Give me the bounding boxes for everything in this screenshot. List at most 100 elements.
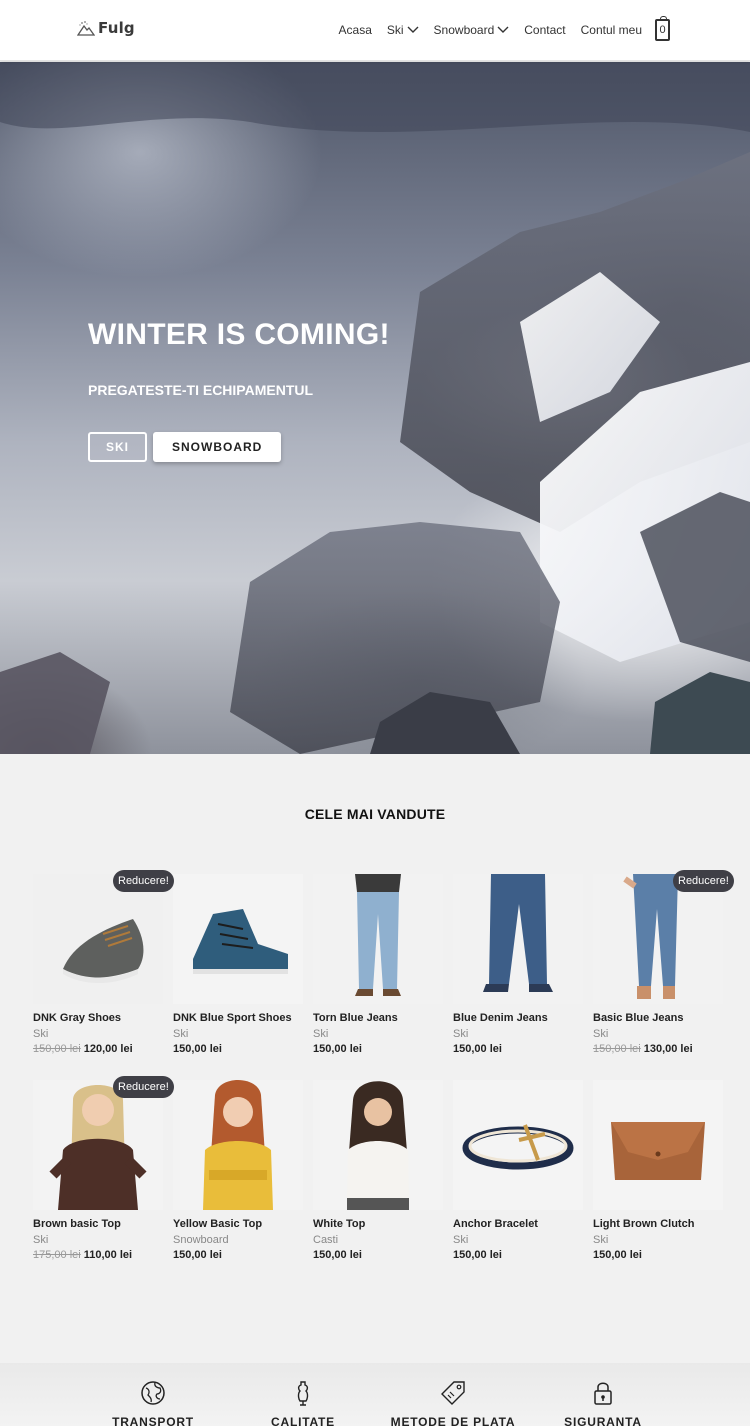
- feature-siguranta: SIGURANTA: [533, 1380, 673, 1426]
- ski-button[interactable]: SKI: [88, 432, 148, 462]
- current-price: 150,00 lei: [313, 1249, 362, 1261]
- product-name[interactable]: White Top: [313, 1218, 443, 1230]
- brand-logo[interactable]: Fulg: [77, 19, 135, 37]
- product-name[interactable]: Blue Denim Jeans: [453, 1012, 583, 1024]
- main-nav: Acasa Ski Snowboard Contact Contul meu: [339, 19, 642, 41]
- hero-buttons: SKI SNOWBOARD: [88, 432, 282, 462]
- product-image[interactable]: [173, 1080, 303, 1210]
- product-image[interactable]: [173, 874, 303, 1004]
- product-grid: Reducere! DNK Gray Shoes Ski 150,00 lei 1…: [33, 870, 734, 1286]
- old-price: 175,00 lei: [33, 1249, 81, 1261]
- old-price: 150,00 lei: [593, 1043, 641, 1055]
- hero-title: WINTER IS COMING!: [88, 318, 390, 351]
- nav-label: Contact: [524, 23, 566, 37]
- chevron-down-icon: [407, 23, 419, 37]
- current-price: 120,00 lei: [83, 1043, 133, 1055]
- current-price: 150,00 lei: [313, 1043, 362, 1055]
- snowboard-button[interactable]: SNOWBOARD: [153, 432, 282, 462]
- current-price: 130,00 lei: [643, 1043, 693, 1055]
- sale-badge: Reducere!: [113, 870, 174, 892]
- product-category: Ski: [593, 1234, 609, 1246]
- nav-item-ski[interactable]: Ski: [387, 23, 419, 37]
- features-bar: TRANSPORT CALITATE METODE DE PLATA SIGUR…: [0, 1363, 750, 1426]
- nav-item-contact[interactable]: Contact: [524, 23, 565, 37]
- product-price: 150,00 lei: [173, 1249, 303, 1261]
- site-header: Fulg Acasa Ski Snowboard Contact Contul …: [0, 0, 750, 61]
- product-name[interactable]: DNK Blue Sport Shoes: [173, 1012, 303, 1024]
- chevron-down-icon: [497, 23, 509, 37]
- product-category: Ski: [313, 1028, 329, 1040]
- product-price: 150,00 lei: [173, 1043, 303, 1055]
- padlock-icon: [533, 1380, 673, 1406]
- product-price: 150,00 lei: [453, 1043, 583, 1055]
- cart-icon[interactable]: 0: [655, 16, 670, 41]
- sale-badge: Reducere!: [113, 1076, 174, 1098]
- product-card[interactable]: Reducere! Brown basic Top Ski 175,00 lei…: [33, 1076, 174, 1286]
- product-price: 150,00 lei: [453, 1249, 583, 1261]
- product-image[interactable]: [33, 1080, 163, 1210]
- brand-name: Fulg: [98, 19, 135, 37]
- product-image[interactable]: [313, 1080, 443, 1210]
- product-category: Ski: [453, 1234, 469, 1246]
- mountain-logo-icon: [77, 20, 95, 36]
- product-category: Ski: [593, 1028, 609, 1040]
- current-price: 150,00 lei: [593, 1249, 642, 1261]
- product-name[interactable]: Light Brown Clutch: [593, 1218, 723, 1230]
- product-image[interactable]: [453, 1080, 583, 1210]
- product-card[interactable]: Yellow Basic Top Snowboard 150,00 lei: [173, 1080, 303, 1286]
- product-image[interactable]: [313, 874, 443, 1004]
- product-card[interactable]: Torn Blue Jeans Ski 150,00 lei: [313, 874, 443, 1080]
- product-price: 150,00 lei: [313, 1249, 443, 1261]
- hero-subtitle: PREGATESTE-TI ECHIPAMENTUL: [88, 382, 314, 398]
- product-name[interactable]: Torn Blue Jeans: [313, 1012, 443, 1024]
- product-card[interactable]: Light Brown Clutch Ski 150,00 lei: [593, 1080, 723, 1286]
- product-price: 150,00 lei 120,00 lei: [33, 1043, 163, 1055]
- product-card[interactable]: Reducere! DNK Gray Shoes Ski 150,00 lei 1…: [33, 870, 174, 1080]
- nav-label: Ski: [386, 23, 404, 37]
- product-image[interactable]: [593, 874, 723, 1004]
- product-card[interactable]: DNK Blue Sport Shoes Ski 150,00 lei: [173, 874, 303, 1080]
- current-price: 150,00 lei: [453, 1043, 502, 1055]
- product-price: 150,00 lei 130,00 lei: [593, 1043, 723, 1055]
- nav-label: Contul meu: [580, 23, 642, 37]
- product-card[interactable]: Reducere! Basic Blue Jeans Ski 150,00 le…: [593, 870, 734, 1080]
- product-card[interactable]: Blue Denim Jeans Ski 150,00 lei: [453, 874, 583, 1080]
- feature-label: TRANSPORT: [112, 1415, 194, 1426]
- nav-label: Acasa: [338, 23, 372, 37]
- nav-label: Snowboard: [433, 23, 495, 37]
- product-price: 150,00 lei: [313, 1043, 443, 1055]
- old-price: 150,00 lei: [33, 1043, 81, 1055]
- feature-label: METODE DE PLATA: [390, 1415, 516, 1426]
- current-price: 110,00 lei: [83, 1249, 133, 1261]
- product-card[interactable]: White Top Casti 150,00 lei: [313, 1080, 443, 1286]
- globe-icon: [83, 1380, 223, 1406]
- feature-calitate: CALITATE: [233, 1380, 373, 1426]
- product-category: Ski: [453, 1028, 469, 1040]
- nav-item-acasa[interactable]: Acasa: [339, 23, 372, 37]
- hero-banner: WINTER IS COMING! PREGATESTE-TI ECHIPAME…: [0, 62, 750, 754]
- bestsellers-title: CELE MAI VANDUTE: [304, 806, 446, 822]
- nav-item-snowboard[interactable]: Snowboard: [434, 23, 510, 37]
- price-tag-icon: [383, 1380, 523, 1406]
- nav-item-contul-meu[interactable]: Contul meu: [581, 23, 642, 37]
- feature-label: CALITATE: [271, 1415, 335, 1426]
- product-category: Snowboard: [173, 1234, 229, 1246]
- cart-count: 0: [659, 24, 666, 36]
- product-name[interactable]: DNK Gray Shoes: [33, 1012, 163, 1024]
- product-category: Ski: [173, 1028, 189, 1040]
- product-name[interactable]: Brown basic Top: [33, 1218, 163, 1230]
- current-price: 150,00 lei: [173, 1043, 222, 1055]
- product-category: Ski: [33, 1234, 49, 1246]
- product-image[interactable]: [453, 874, 583, 1004]
- product-name[interactable]: Basic Blue Jeans: [593, 1012, 723, 1024]
- product-price: 150,00 lei: [593, 1249, 723, 1261]
- product-image[interactable]: [33, 874, 163, 1004]
- product-name[interactable]: Yellow Basic Top: [173, 1218, 303, 1230]
- product-card[interactable]: Anchor Bracelet Ski 150,00 lei: [453, 1080, 583, 1286]
- product-name[interactable]: Anchor Bracelet: [453, 1218, 583, 1230]
- sale-badge: Reducere!: [673, 870, 734, 892]
- product-image[interactable]: [593, 1080, 723, 1210]
- current-price: 150,00 lei: [453, 1249, 502, 1261]
- feature-metode-plata: METODE DE PLATA: [383, 1380, 523, 1426]
- mannequin-icon: [233, 1380, 373, 1406]
